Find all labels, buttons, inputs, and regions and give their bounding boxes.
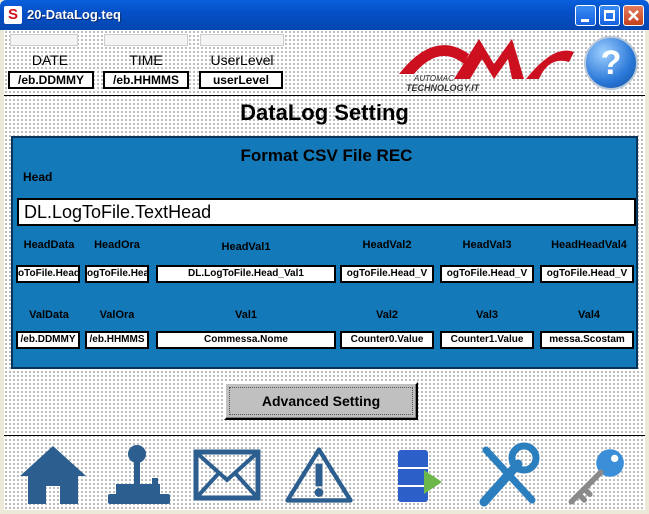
divider bbox=[4, 95, 645, 96]
user-level-field: userLevel bbox=[199, 71, 283, 89]
col-label-val4: Val4 bbox=[577, 309, 601, 321]
col-label-headval3: HeadVal3 bbox=[462, 239, 512, 251]
key-icon[interactable] bbox=[564, 442, 634, 508]
warning-icon[interactable] bbox=[284, 442, 354, 508]
val4-field[interactable]: messa.Scostam bbox=[540, 331, 634, 349]
col-label-headora: HeadOra bbox=[94, 239, 140, 251]
time-field: /eb.HHMMS bbox=[103, 71, 189, 89]
col-label-headval2: HeadVal2 bbox=[362, 239, 412, 251]
col-label-val3: Val3 bbox=[475, 309, 499, 321]
advanced-setting-button[interactable]: Advanced Setting bbox=[224, 382, 418, 420]
maximize-button[interactable] bbox=[599, 5, 620, 26]
app-icon: S bbox=[4, 6, 22, 24]
time-label: TIME bbox=[129, 52, 163, 68]
close-icon bbox=[628, 10, 639, 21]
joystick-icon[interactable] bbox=[104, 442, 174, 508]
head-val3-field[interactable]: ogToFile.Head_V bbox=[440, 265, 534, 283]
close-button[interactable] bbox=[623, 5, 644, 26]
database-icon[interactable] bbox=[388, 442, 458, 508]
col-label-valdata: ValData bbox=[29, 309, 69, 321]
panel-title: Format CSV File REC bbox=[240, 146, 413, 165]
val1-field[interactable]: Commessa.Nome bbox=[156, 331, 336, 349]
page-title: DataLog Setting bbox=[240, 100, 409, 125]
col-label-val1: Val1 bbox=[234, 309, 258, 321]
head-ora-field[interactable]: ogToFile.Hea bbox=[85, 265, 149, 283]
title-bar: S 20-DataLog.teq bbox=[0, 0, 649, 30]
faded-field bbox=[104, 34, 188, 46]
user-level-label: UserLevel bbox=[210, 52, 274, 68]
date-label: DATE bbox=[31, 52, 69, 68]
help-icon: ? bbox=[600, 44, 622, 82]
head-val1-field[interactable]: DL.LogToFile.Head_Val1 bbox=[156, 265, 336, 283]
val3-field[interactable]: Counter1.Value bbox=[440, 331, 534, 349]
csv-format-panel: Format CSV File REC Head DL.LogToFile.Te… bbox=[11, 136, 638, 369]
head-text-field[interactable]: DL.LogToFile.TextHead bbox=[17, 198, 636, 226]
date-field: /eb.DDMMY bbox=[8, 71, 94, 89]
window-title: 20-DataLog.teq bbox=[27, 7, 121, 22]
head-val4-field[interactable]: ogToFile.Head_V bbox=[540, 265, 634, 283]
client-area: DATE /eb.DDMMY TIME /eb.HHMMS UserLevel … bbox=[4, 30, 645, 510]
company-logo: AUTOMAC TECHNOLOGY.IT bbox=[399, 39, 574, 93]
tools-icon[interactable] bbox=[474, 442, 544, 508]
val2-field[interactable]: Counter0.Value bbox=[340, 331, 434, 349]
col-label-headval1: HeadVal1 bbox=[221, 241, 271, 253]
divider bbox=[4, 435, 645, 436]
head-val2-field[interactable]: ogToFile.Head_V bbox=[340, 265, 434, 283]
val-ora-field[interactable]: /eb.HHMMS bbox=[85, 331, 149, 349]
col-label-val2: Val2 bbox=[375, 309, 399, 321]
logo-line1: AUTOMAC bbox=[413, 74, 454, 83]
logo-line2: TECHNOLOGY.IT bbox=[406, 83, 481, 93]
mail-icon[interactable] bbox=[192, 442, 262, 508]
minimize-button[interactable] bbox=[575, 5, 596, 26]
col-label-headval4: HeadHeadVal4 bbox=[551, 239, 627, 251]
head-data-field[interactable]: oToFile.Head bbox=[16, 265, 80, 283]
faded-field bbox=[10, 34, 78, 46]
help-button[interactable]: ? bbox=[584, 36, 638, 90]
faded-field bbox=[200, 34, 284, 46]
col-label-headdata: HeadData bbox=[23, 239, 75, 251]
head-label: Head bbox=[23, 170, 53, 184]
home-icon[interactable] bbox=[18, 442, 88, 508]
val-data-field[interactable]: /eb.DDMMY bbox=[16, 331, 80, 349]
col-label-valora: ValOra bbox=[99, 309, 135, 321]
